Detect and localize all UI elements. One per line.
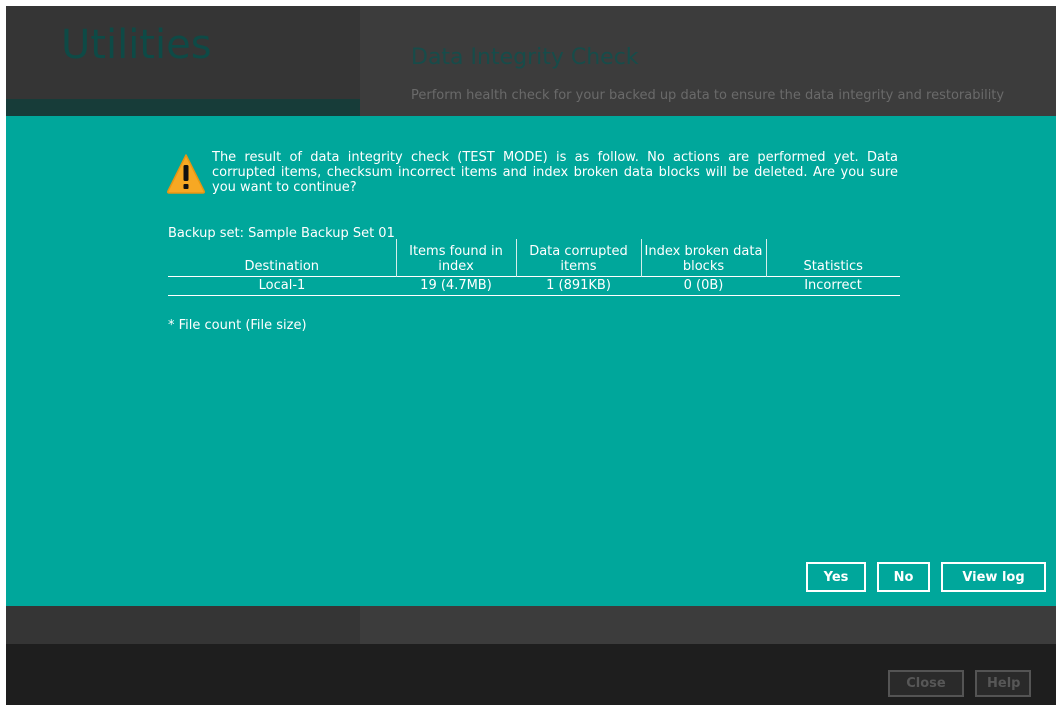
- column-header-items-found: Items found in index: [395, 239, 516, 277]
- table-row: Local-1 19 (4.7MB) 1 (891KB) 0 (0B) Inco…: [168, 277, 900, 296]
- column-header-destination: Destination: [244, 259, 320, 274]
- confirm-dialog: The result of data integrity check (TEST…: [6, 116, 1056, 606]
- table-header-row: Destination Items found in index Data co…: [168, 239, 900, 277]
- footnote: * File count (File size): [168, 318, 307, 333]
- section-title: Data Integrity Check: [411, 45, 639, 70]
- cell-statistics: Incorrect: [804, 278, 862, 293]
- cell-index-broken: 0 (0B): [683, 278, 724, 293]
- column-header-data-corrupted: Data corrupted items: [515, 239, 641, 277]
- help-button[interactable]: Help: [975, 670, 1031, 697]
- cell-destination: Local-1: [258, 278, 306, 293]
- footer-bar: Close Help: [6, 644, 1056, 705]
- cell-data-corrupted: 1 (891KB): [546, 278, 611, 293]
- close-button[interactable]: Close: [888, 670, 964, 697]
- no-button[interactable]: No: [877, 562, 930, 592]
- warning-triangle-icon: [166, 154, 206, 194]
- view-log-button[interactable]: View log: [941, 562, 1046, 592]
- page-title: Utilities: [61, 22, 212, 68]
- column-header-index-broken: Index broken data blocks: [640, 239, 766, 277]
- app-window: Utilities Data Integrity Check Perform h…: [6, 6, 1056, 705]
- column-header-statistics: Statistics: [765, 239, 900, 277]
- results-table: Destination Items found in index Data co…: [168, 239, 900, 296]
- section-description: Perform health check for your backed up …: [411, 88, 1005, 103]
- yes-button[interactable]: Yes: [806, 562, 866, 592]
- warning-message: The result of data integrity check (TEST…: [212, 150, 898, 195]
- cell-items-found: 19 (4.7MB): [420, 278, 492, 293]
